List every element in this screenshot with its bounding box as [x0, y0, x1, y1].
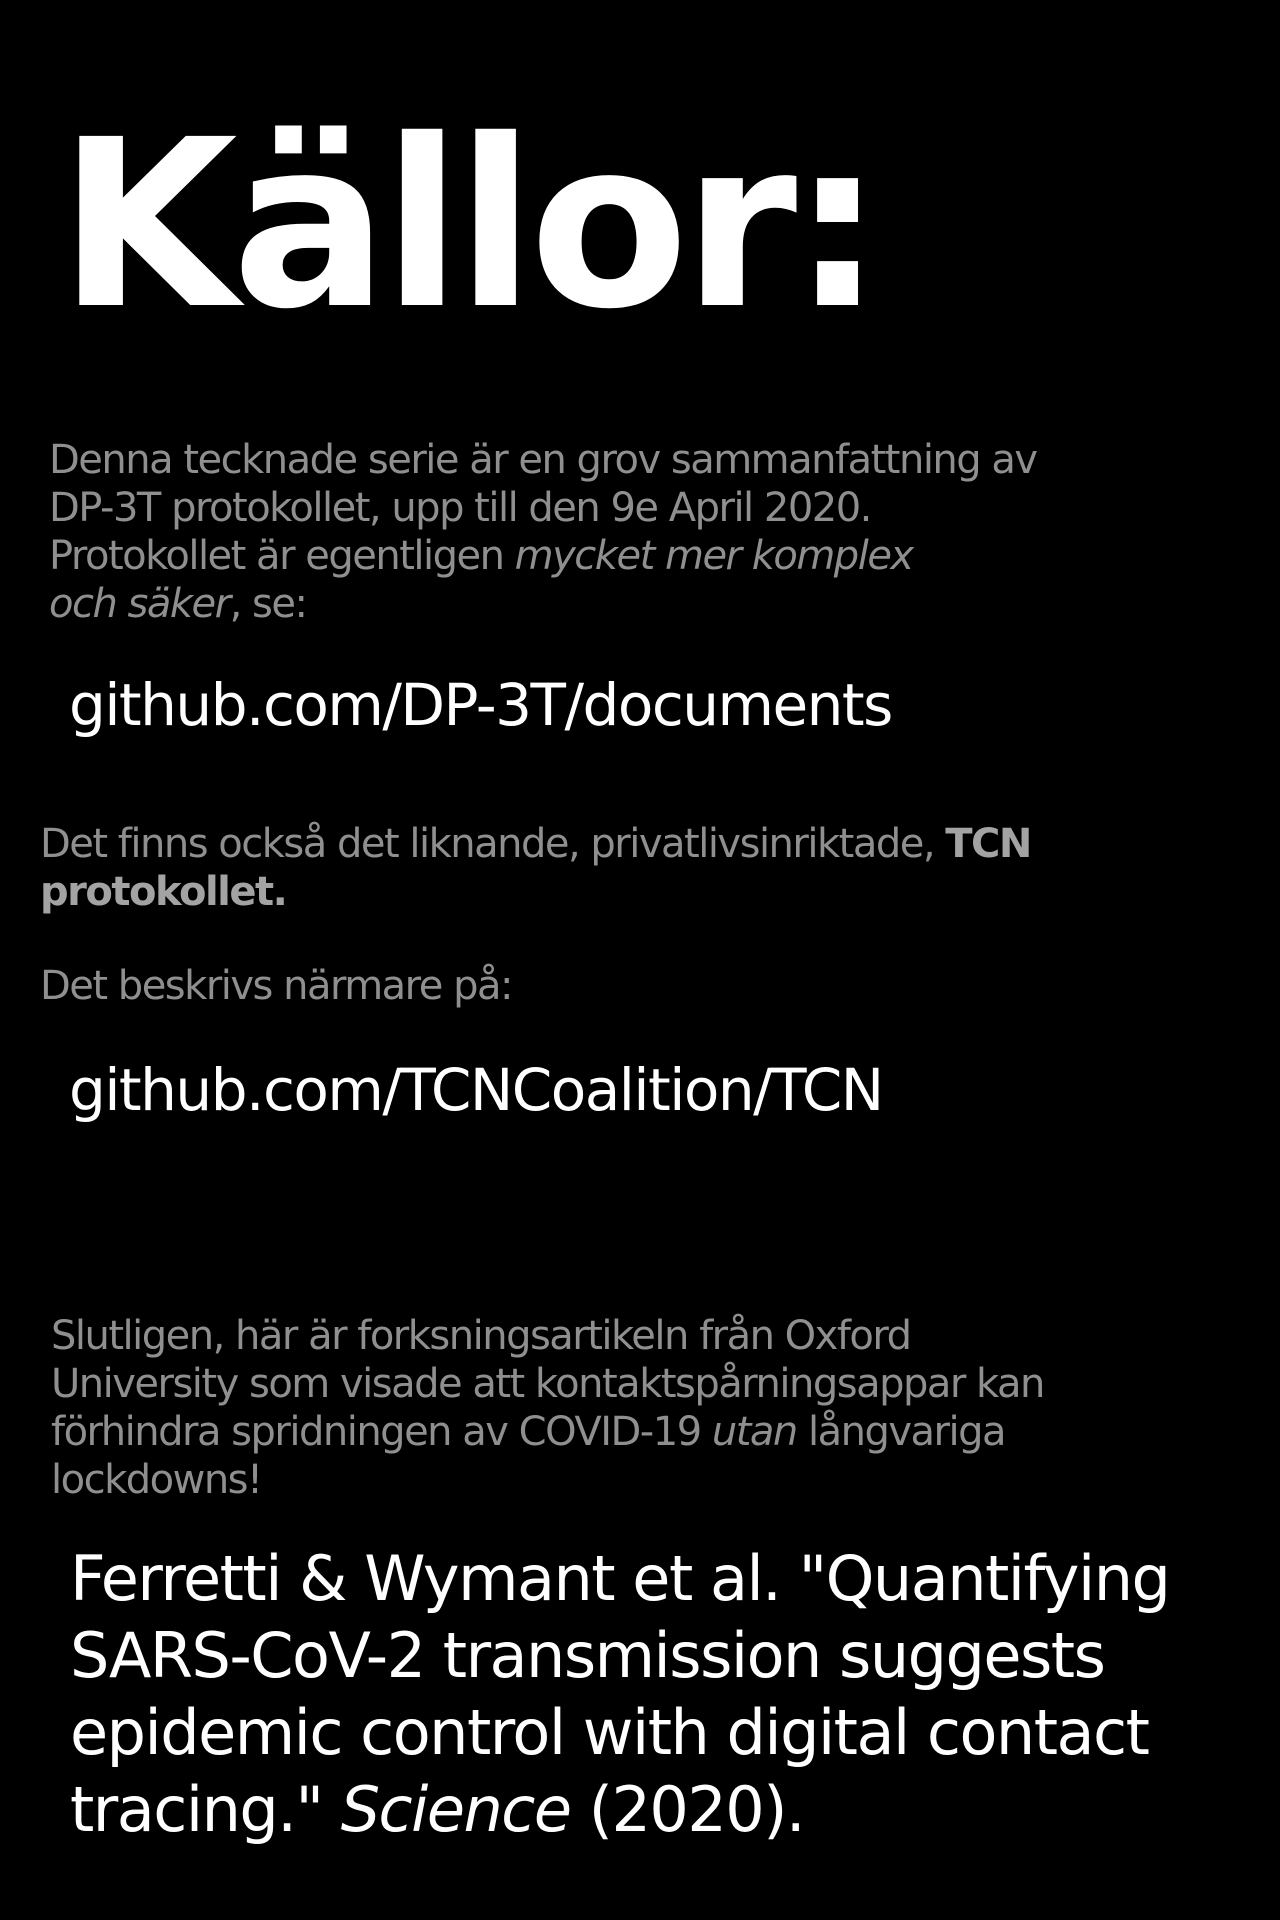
intro-emphasis: mycket mer komplex	[514, 533, 914, 579]
tcn-emphasis: TCN	[945, 821, 1032, 867]
intro-line: Denna tecknade serie är en grov sammanfa…	[49, 437, 1038, 483]
citation-line: tracing." Science (2020).	[70, 1771, 1250, 1848]
intro-paragraph: Denna tecknade serie är en grov sammanfa…	[49, 436, 1249, 628]
research-emphasis: utan	[711, 1409, 798, 1455]
citation-line: Ferretti & Wymant et al. "Quantifying	[70, 1542, 1171, 1615]
research-line: förhindra spridningen av COVID-19 utan l…	[51, 1408, 1261, 1456]
intro-emphasis: och säker	[49, 581, 231, 627]
tcn-text: Det finns också det liknande, privatlivs…	[40, 821, 946, 867]
research-text: långvariga	[796, 1409, 1007, 1455]
page-title: Källor:	[58, 90, 884, 360]
research-line: University som visade att kontaktspårnin…	[51, 1361, 1045, 1407]
tcn-paragraph: Det finns också det liknande, privatlivs…	[40, 820, 1260, 916]
described-text: Det beskrivs närmare på:	[40, 963, 513, 1009]
citation-line: SARS-CoV-2 transmission suggests	[70, 1619, 1106, 1692]
research-line: Slutligen, här är forksningsartikeln frå…	[51, 1313, 912, 1359]
tcn-line: Det finns också det liknande, privatlivs…	[40, 820, 1260, 868]
research-text: förhindra spridningen av COVID-19	[51, 1409, 712, 1455]
intro-line: Protokollet är egentligen mycket mer kom…	[49, 532, 1249, 580]
citation-text: (2020).	[570, 1773, 806, 1846]
tcn-emphasis: protokollet.	[40, 869, 288, 915]
intro-text: Protokollet är egentligen	[49, 533, 515, 579]
intro-line: DP-3T protokollet, upp till den 9e April…	[49, 485, 872, 531]
citation-text: tracing."	[70, 1773, 341, 1846]
intro-line: och säker, se:	[49, 580, 1249, 628]
dp3t-link[interactable]: github.com/DP-3T/documents	[69, 670, 893, 740]
intro-text: , se:	[229, 581, 308, 627]
research-line: lockdowns!	[51, 1457, 263, 1503]
tcn-link[interactable]: github.com/TCNCoalition/TCN	[69, 1055, 884, 1125]
research-paragraph: Slutligen, här är forksningsartikeln frå…	[51, 1312, 1261, 1504]
tcn-line: protokollet.	[40, 868, 1260, 916]
citation-line: epidemic control with digital contact	[70, 1696, 1150, 1769]
journal-name: Science	[340, 1773, 572, 1846]
citation: Ferretti & Wymant et al. "Quantifying SA…	[70, 1540, 1250, 1848]
